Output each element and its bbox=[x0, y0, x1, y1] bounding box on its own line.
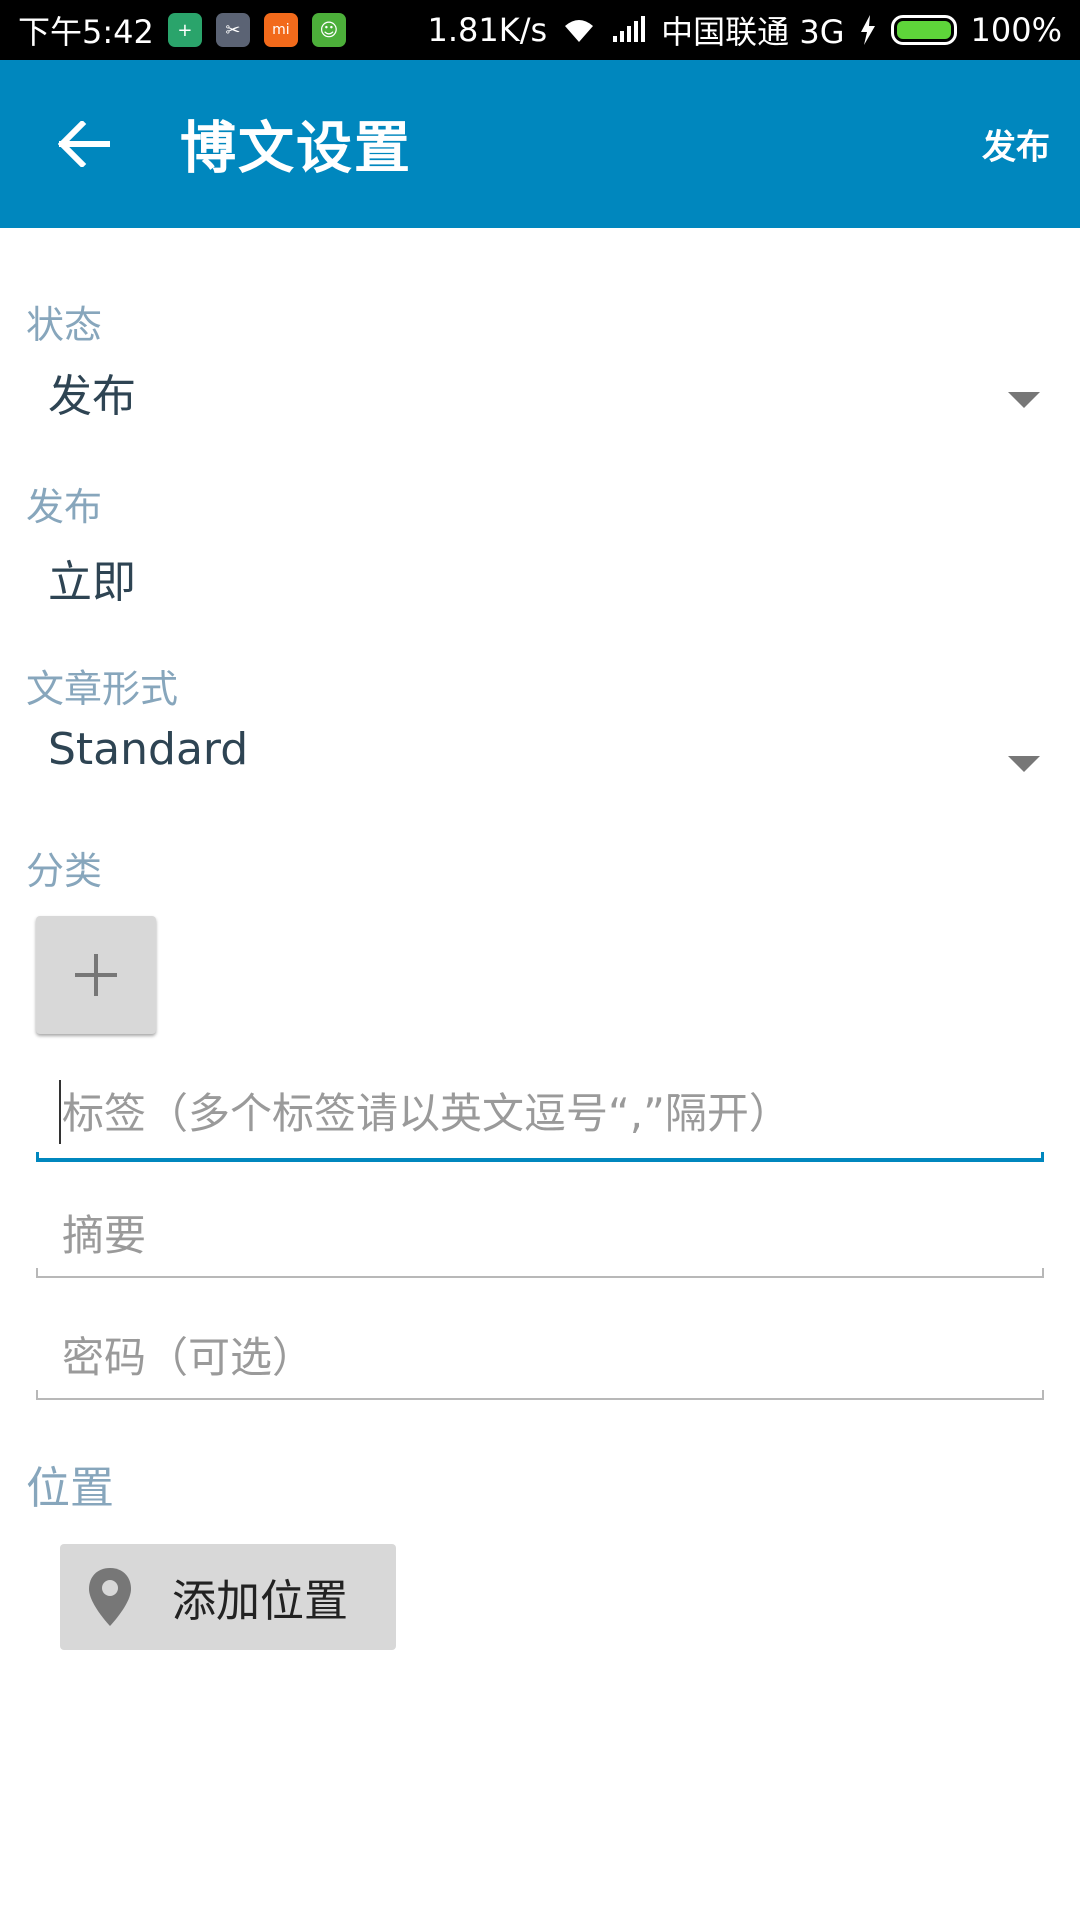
post-settings-screen: 下午5:42 + ✂ mi ☺ 1.81K/s 中国联通 3G 100% 博文设… bbox=[0, 0, 1080, 1920]
charging-icon bbox=[860, 15, 875, 45]
publish-button[interactable]: 发布 bbox=[982, 120, 1050, 169]
publish-date-field[interactable]: 立即 bbox=[0, 528, 1080, 638]
status-time: 下午5:42 bbox=[18, 13, 154, 51]
dropdown-arrow-icon bbox=[1008, 756, 1040, 772]
post-format-dropdown[interactable]: Standard bbox=[0, 712, 1080, 822]
battery-icon bbox=[890, 15, 957, 45]
page-title: 博文设置 bbox=[180, 116, 412, 182]
status-value: 发布 bbox=[48, 371, 136, 422]
wifi-icon bbox=[565, 20, 594, 42]
add-location-label: 添加位置 bbox=[172, 1576, 348, 1627]
arrow-back-icon bbox=[58, 121, 110, 167]
publish-date-value: 立即 bbox=[48, 557, 136, 608]
password-input-underline bbox=[36, 1398, 1044, 1400]
excerpt-input-underline bbox=[36, 1276, 1044, 1278]
add-location-button[interactable]: 添加位置 bbox=[60, 1544, 396, 1650]
tags-input-underline bbox=[36, 1158, 1044, 1162]
status-label: 状态 bbox=[26, 303, 103, 347]
back-button[interactable] bbox=[48, 108, 120, 180]
underline-tick bbox=[1042, 1268, 1044, 1278]
status-bar-right: 1.81K/s 中国联通 3G 100% bbox=[427, 7, 1062, 53]
android-icon: ☺ bbox=[311, 13, 346, 47]
dropdown-arrow-icon bbox=[1008, 392, 1040, 408]
excerpt-input[interactable] bbox=[36, 1190, 1044, 1280]
post-format-label: 文章形式 bbox=[26, 667, 179, 711]
underline-tick bbox=[1042, 1390, 1044, 1400]
battery-level bbox=[896, 21, 951, 39]
underline-tick bbox=[1041, 1152, 1044, 1162]
post-format-value: Standard bbox=[48, 724, 249, 775]
underline-tick bbox=[36, 1268, 38, 1278]
publish-date-label: 发布 bbox=[26, 485, 103, 529]
status-dropdown[interactable]: 发布 bbox=[0, 348, 1080, 458]
location-label: 位置 bbox=[26, 1463, 114, 1514]
text-caret bbox=[59, 1080, 61, 1144]
location-pin-icon bbox=[89, 1568, 131, 1626]
signal-icon bbox=[613, 16, 646, 42]
scissors-icon: ✂ bbox=[215, 13, 250, 47]
password-input[interactable] bbox=[36, 1312, 1044, 1402]
mi-icon: mi bbox=[263, 13, 298, 47]
shield-plus-icon: + bbox=[167, 13, 202, 47]
plus-icon bbox=[75, 954, 117, 996]
carrier-label: 中国联通 3G bbox=[661, 13, 845, 51]
underline-tick bbox=[36, 1152, 39, 1162]
status-bar: 下午5:42 + ✂ mi ☺ 1.81K/s 中国联通 3G 100% bbox=[0, 0, 1080, 60]
network-speed: 1.81K/s bbox=[427, 11, 548, 49]
underline-tick bbox=[36, 1390, 38, 1400]
battery-percent: 100% bbox=[970, 11, 1062, 49]
toolbar: 博文设置 发布 bbox=[0, 60, 1080, 228]
status-bar-left: 下午5:42 + ✂ mi ☺ bbox=[18, 7, 346, 53]
categories-label: 分类 bbox=[26, 849, 103, 893]
add-category-button[interactable] bbox=[36, 916, 156, 1034]
tags-input[interactable] bbox=[36, 1068, 1044, 1158]
